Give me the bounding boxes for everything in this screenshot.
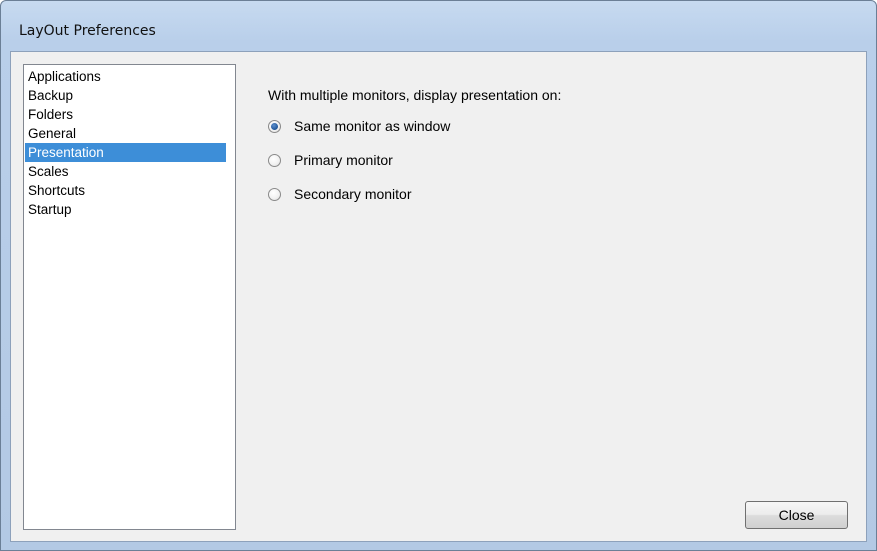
radio-unchecked-icon[interactable] xyxy=(268,153,281,167)
monitor-prompt: With multiple monitors, display presenta… xyxy=(268,87,562,103)
close-button[interactable]: Close xyxy=(745,501,848,529)
title-bar[interactable]: LayOut Preferences xyxy=(1,1,876,51)
sidebar-item-scales[interactable]: Scales xyxy=(25,162,226,181)
window-title: LayOut Preferences xyxy=(19,23,156,39)
dialog-content: Applications Backup Folders General Pres… xyxy=(10,51,867,542)
sidebar-item-applications[interactable]: Applications xyxy=(25,67,226,86)
sidebar-item-folders[interactable]: Folders xyxy=(25,105,226,124)
sidebar-item-shortcuts[interactable]: Shortcuts xyxy=(25,181,226,200)
sidebar-item-backup[interactable]: Backup xyxy=(25,86,226,105)
radio-option-same-monitor[interactable]: Same monitor as window xyxy=(268,116,450,136)
sidebar-item-general[interactable]: General xyxy=(25,124,226,143)
radio-checked-icon[interactable] xyxy=(268,119,281,133)
radio-label-primary-monitor[interactable]: Primary monitor xyxy=(294,152,393,168)
radio-label-same-monitor[interactable]: Same monitor as window xyxy=(294,118,450,134)
preferences-window: LayOut Preferences Applications Backup F… xyxy=(0,0,877,551)
radio-option-secondary-monitor[interactable]: Secondary monitor xyxy=(268,184,412,204)
category-list[interactable]: Applications Backup Folders General Pres… xyxy=(23,64,236,530)
sidebar-item-startup[interactable]: Startup xyxy=(25,200,226,219)
radio-unchecked-icon[interactable] xyxy=(268,187,281,201)
radio-label-secondary-monitor[interactable]: Secondary monitor xyxy=(294,186,412,202)
sidebar-item-presentation[interactable]: Presentation xyxy=(25,143,226,162)
radio-option-primary-monitor[interactable]: Primary monitor xyxy=(268,150,393,170)
